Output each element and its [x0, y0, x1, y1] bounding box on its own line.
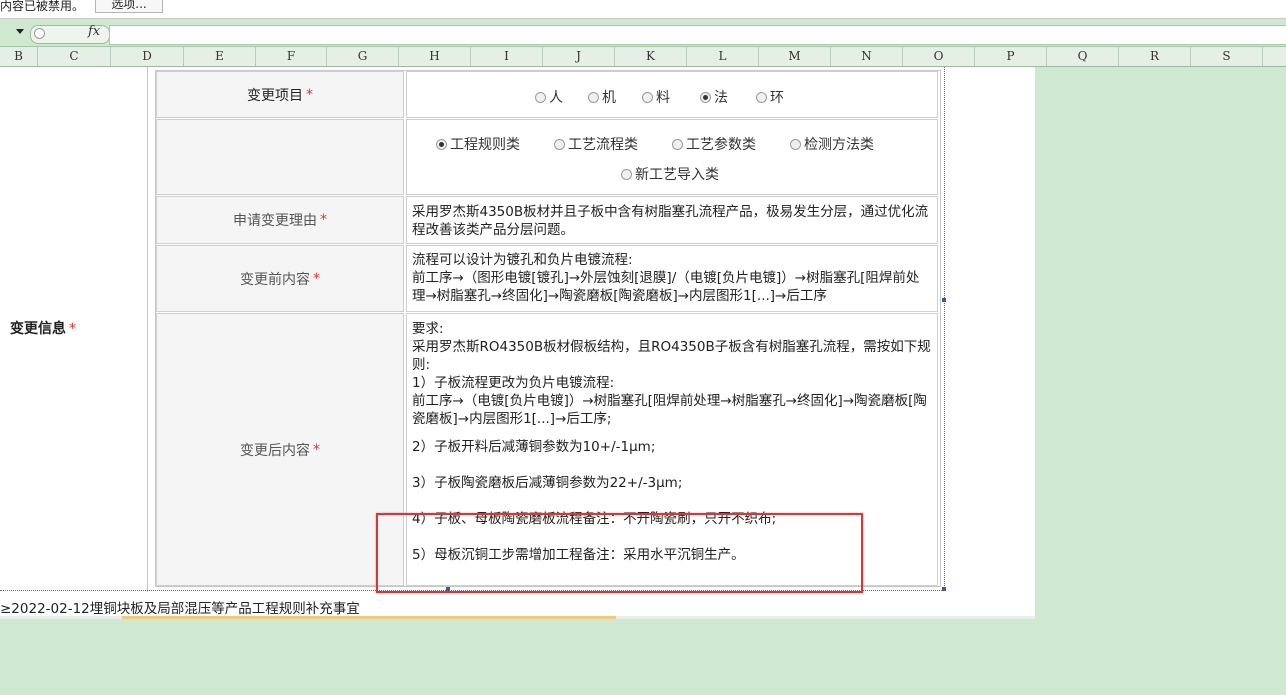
radio-process-flow[interactable]: 工艺流程类: [554, 134, 638, 154]
column-header-row: B C D E F G H I J K L M N O P Q R S: [0, 47, 1286, 67]
column-header-c[interactable]: C: [38, 47, 111, 66]
after-line: 采用罗杰斯RO4350B板材假板结构，且RO4350B子板含有树脂塞孔流程，需按…: [412, 339, 931, 373]
column-header-n[interactable]: N: [831, 47, 903, 66]
change-form-table: 变更项目 * 人 机 料 法 环 工程规则类 工艺流程类 工艺参数类 检测方法类 …: [155, 70, 941, 587]
radio-checked-icon[interactable]: [436, 138, 447, 150]
column-header-f[interactable]: F: [256, 47, 327, 66]
radio-method[interactable]: 法: [700, 87, 728, 107]
after-line: 前工序→（电镀[负片电镀]）→树脂塞孔[阻焊前处理→树脂塞孔→终固化]→陶瓷磨板…: [412, 393, 927, 427]
after-content-label: 变更后内容 *: [156, 313, 404, 586]
required-star: *: [306, 86, 313, 103]
reason-label: 申请变更理由 *: [156, 196, 404, 244]
after-content-label-text: 变更后内容: [240, 442, 310, 459]
radio-label: 法: [714, 90, 728, 106]
after-line: 要求:: [412, 321, 444, 337]
column-header-r[interactable]: R: [1119, 47, 1191, 66]
resize-handle[interactable]: [942, 298, 946, 302]
formula-input[interactable]: [109, 25, 1286, 45]
column-header-k[interactable]: K: [615, 47, 687, 66]
column-header-d[interactable]: D: [111, 47, 184, 66]
column-header-e[interactable]: E: [184, 47, 256, 66]
column-header-i[interactable]: I: [471, 47, 543, 66]
before-line: 前工序→（图形电镀[镀孔]→外层蚀刻[退膜]/（电镀[负片电镀]）→树脂塞孔[阻…: [412, 270, 920, 304]
change-item-label: 变更项目 *: [156, 71, 404, 118]
next-row-highlight: [122, 616, 616, 619]
security-notice-bar: 内容已被禁用。 选项...: [0, 0, 1286, 19]
chevron-down-icon[interactable]: [16, 29, 24, 34]
radio-circle-icon[interactable]: [621, 168, 632, 180]
radio-checked-icon[interactable]: [700, 91, 711, 103]
radio-label: 料: [656, 90, 670, 106]
change-item-label-text: 变更项目: [247, 87, 303, 104]
radio-label: 检测方法类: [804, 137, 874, 153]
radio-label: 环: [770, 90, 784, 106]
reason-cell[interactable]: 采用罗杰斯4350B板材并且子板中含有树脂塞孔流程产品，极易发生分层，通过优化流…: [406, 196, 938, 244]
change-category-label: [156, 119, 404, 195]
radio-engineering-rules[interactable]: 工程规则类: [436, 134, 520, 154]
radio-label: 人: [549, 90, 563, 106]
change-item-radio-group: 人 机 料 法 环: [535, 87, 784, 107]
column-header-g[interactable]: G: [327, 47, 399, 66]
radio-label: 工艺流程类: [568, 137, 638, 153]
change-info-label: 变更信息 *: [10, 318, 76, 338]
radio-circle-icon[interactable]: [554, 138, 565, 150]
column-header-p[interactable]: P: [975, 47, 1047, 66]
cell-divider: [147, 67, 148, 592]
radio-label: 新工艺导入类: [635, 167, 719, 183]
radio-test-methods[interactable]: 检测方法类: [790, 134, 874, 154]
before-line: 流程可以设计为镀孔和负片电镀流程:: [412, 252, 633, 268]
required-star: *: [320, 212, 327, 228]
radio-label: 工艺参数类: [686, 137, 756, 153]
column-header-m[interactable]: M: [759, 47, 831, 66]
selection-border-right: [944, 67, 945, 590]
category-radio-group-row1: 工程规则类 工艺流程类 工艺参数类 检测方法类: [436, 134, 874, 154]
radio-circle-icon[interactable]: [756, 91, 767, 103]
category-radio-group-row2: 新工艺导入类: [621, 164, 719, 184]
radio-environment[interactable]: 环: [756, 87, 784, 107]
before-content-text: 流程可以设计为镀孔和负片电镀流程: 前工序→（图形电镀[镀孔]→外层蚀刻[退膜]…: [407, 246, 937, 305]
column-header-l[interactable]: L: [687, 47, 759, 66]
radio-label: 机: [602, 90, 616, 106]
radio-circle-icon[interactable]: [672, 138, 683, 150]
column-header-o[interactable]: O: [903, 47, 975, 66]
radio-label: 工程规则类: [450, 137, 520, 153]
reason-label-text: 申请变更理由: [233, 213, 317, 229]
radio-new-process[interactable]: 新工艺导入类: [621, 164, 719, 184]
after-line: 1）子板流程更改为负片电镀流程:: [412, 375, 615, 391]
column-header-s[interactable]: S: [1191, 47, 1263, 66]
options-button[interactable]: 选项...: [95, 0, 163, 13]
required-star: *: [313, 441, 320, 458]
column-header-q[interactable]: Q: [1047, 47, 1119, 66]
change-category-cell: 工程规则类 工艺流程类 工艺参数类 检测方法类 新工艺导入类: [406, 119, 938, 195]
resize-handle[interactable]: [942, 587, 946, 591]
required-star: *: [69, 321, 76, 337]
radio-person[interactable]: 人: [535, 87, 563, 107]
column-header-j[interactable]: J: [543, 47, 615, 66]
column-header-h[interactable]: H: [399, 47, 471, 66]
change-item-cell: 人 机 料 法 环: [406, 71, 938, 118]
after-line: 2）子板开料后减薄铜参数为10+/-1μm;: [412, 439, 656, 455]
radio-material[interactable]: 料: [642, 87, 670, 107]
radio-machine[interactable]: 机: [588, 87, 616, 107]
change-info-label-text: 变更信息: [10, 321, 66, 337]
notice-text: 内容已被禁用。: [0, 0, 85, 13]
radio-circle-icon[interactable]: [642, 91, 653, 103]
after-line: 3）子板陶瓷磨板后减薄铜参数为22+/-3μm;: [412, 475, 683, 491]
red-highlight-box: [376, 513, 863, 593]
bottom-row-text[interactable]: ≥2022-02-12埋铜块板及局部混压等产品工程规则补充事宜: [0, 597, 360, 617]
radio-circle-icon[interactable]: [535, 91, 546, 103]
column-header-b[interactable]: B: [0, 47, 38, 66]
required-star: *: [313, 270, 320, 287]
zoom-knob-icon[interactable]: [34, 28, 45, 39]
before-content-label-text: 变更前内容: [240, 271, 310, 288]
radio-circle-icon[interactable]: [588, 91, 599, 103]
reason-text: 采用罗杰斯4350B板材并且子板中含有树脂塞孔流程产品，极易发生分层，通过优化流…: [412, 204, 929, 238]
before-content-cell[interactable]: 流程可以设计为镀孔和负片电镀流程: 前工序→（图形电镀[镀孔]→外层蚀刻[退膜]…: [406, 245, 938, 312]
radio-process-parameters[interactable]: 工艺参数类: [672, 134, 756, 154]
before-content-label: 变更前内容 *: [156, 245, 404, 312]
radio-circle-icon[interactable]: [790, 138, 801, 150]
fx-icon[interactable]: fx: [88, 24, 100, 39]
